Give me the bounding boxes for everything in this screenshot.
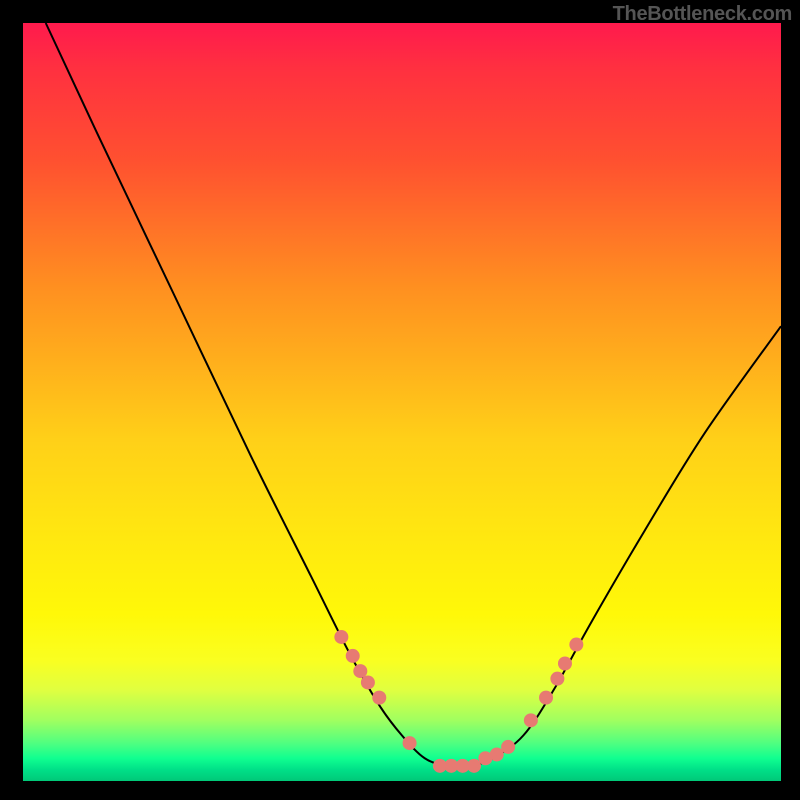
marker-dot: [334, 630, 348, 644]
marker-dot: [403, 736, 417, 750]
marker-dot: [569, 638, 583, 652]
marker-dot: [467, 759, 481, 773]
marker-dot: [501, 740, 515, 754]
marker-dot: [490, 747, 504, 761]
chart-frame: TheBottleneck.com: [0, 0, 800, 800]
marker-dot: [539, 691, 553, 705]
marker-dot: [558, 657, 572, 671]
attribution-label: TheBottleneck.com: [613, 3, 792, 26]
marker-dot: [524, 713, 538, 727]
marker-dot: [372, 691, 386, 705]
marker-dot: [361, 675, 375, 689]
marker-group: [334, 630, 583, 773]
curve-svg: [23, 23, 781, 781]
marker-dot: [353, 664, 367, 678]
gradient-plot-area: [23, 23, 781, 781]
marker-dot: [550, 672, 564, 686]
bottleneck-curve: [46, 23, 781, 767]
marker-dot: [346, 649, 360, 663]
